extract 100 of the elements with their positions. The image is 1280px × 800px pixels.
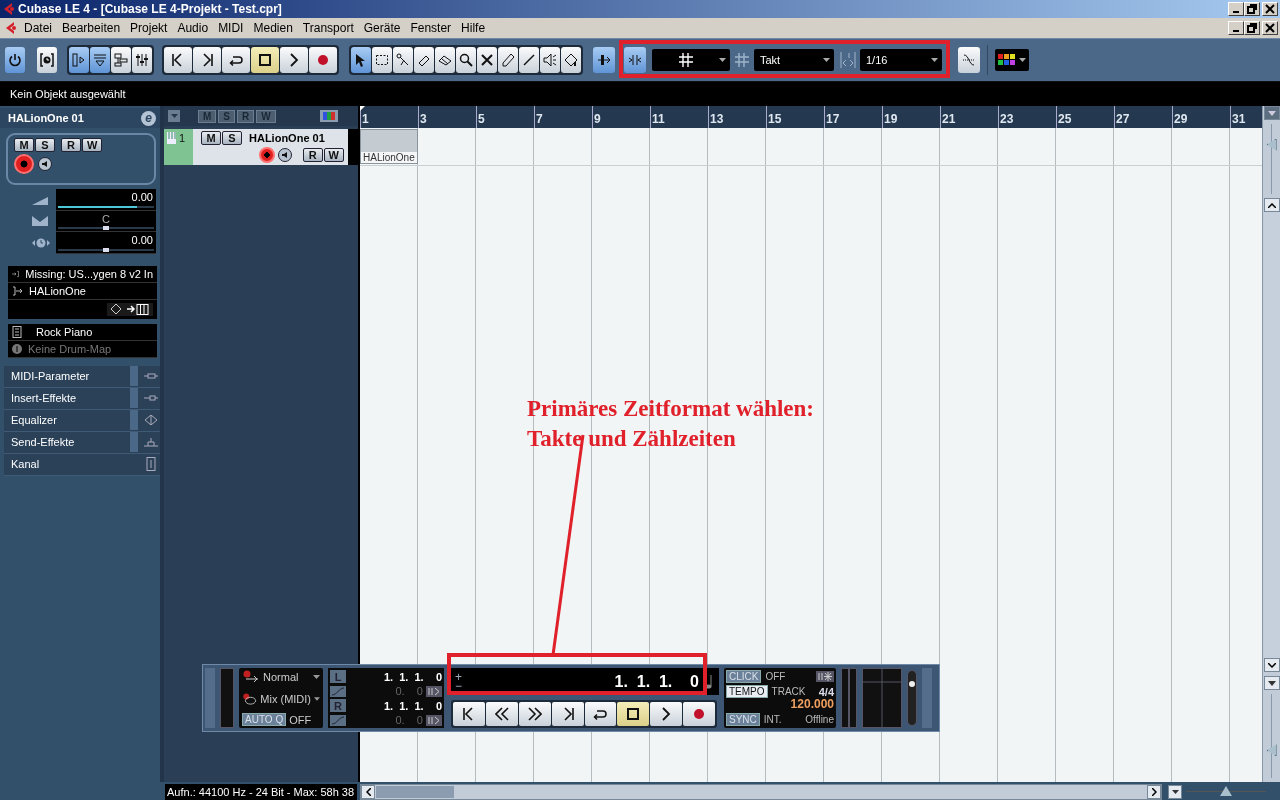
record-button[interactable]	[309, 47, 337, 73]
track-toggle-button[interactable]: S	[35, 138, 55, 152]
cycle-button[interactable]	[222, 47, 250, 73]
track-toggle-button[interactable]: R	[302, 148, 323, 162]
minus-sign[interactable]: −	[455, 681, 462, 691]
split-button[interactable]	[393, 47, 413, 73]
scroll-up-button[interactable]	[1263, 198, 1280, 212]
menu-item[interactable]: Medien	[248, 20, 298, 36]
app-logo-icon[interactable]	[5, 21, 17, 35]
forward-button[interactable]	[518, 702, 551, 726]
grid-type-dropdown[interactable]	[652, 49, 730, 71]
track-toggle-button[interactable]: W	[82, 138, 103, 152]
draw-button[interactable]	[498, 47, 518, 73]
end-button[interactable]	[551, 702, 584, 726]
master-slider[interactable]	[907, 670, 917, 726]
delay-slider[interactable]	[58, 248, 154, 251]
mixer-button[interactable]	[132, 47, 152, 73]
menu-item[interactable]: Audio	[172, 20, 214, 36]
color-dropdown[interactable]	[995, 49, 1029, 71]
track-toggle-button[interactable]: S	[222, 131, 242, 145]
range-button[interactable]	[372, 47, 392, 73]
cycle-mode-dropdown[interactable]: Mix (MIDI)	[260, 692, 312, 705]
quantize-dropdown[interactable]: 1/16	[860, 49, 942, 71]
diamond-icon[interactable]	[111, 304, 121, 314]
menu-item[interactable]: Geräte	[358, 20, 406, 36]
click-settings-icon[interactable]	[816, 671, 834, 682]
inspector-section[interactable]: MIDI-Parameter	[4, 365, 160, 388]
playtool-button[interactable]	[540, 47, 560, 73]
color-bars-icon[interactable]	[320, 110, 338, 122]
menu-item[interactable]: Bearbeiten	[57, 20, 126, 36]
inspector-section[interactable]: Insert-Effekte	[4, 387, 160, 410]
overview-button[interactable]	[111, 47, 131, 73]
slider-thumb[interactable]	[1220, 786, 1232, 796]
inspector-section[interactable]: Kanal	[4, 453, 160, 476]
arrow-keyboard-icon[interactable]	[127, 303, 149, 315]
collapse-button[interactable]	[168, 110, 180, 122]
left-locator-position[interactable]: 1. 1. 1. 0	[383, 670, 442, 683]
color-button[interactable]	[561, 47, 581, 73]
line-button[interactable]	[519, 47, 539, 73]
menu-item[interactable]: Transport	[297, 20, 359, 36]
minimize-button[interactable]	[1228, 21, 1244, 35]
scroll-thumb[interactable]	[376, 786, 454, 798]
marker-icon[interactable]	[426, 714, 442, 726]
play-button[interactable]	[280, 47, 308, 73]
track-toggle-button[interactable]: M	[14, 138, 34, 152]
slider-thumb[interactable]	[1266, 744, 1277, 757]
info-line-button[interactable]	[90, 47, 110, 73]
menu-item[interactable]: Datei	[19, 20, 57, 36]
restore-button[interactable]	[1244, 21, 1260, 35]
record-enable-button[interactable]	[258, 147, 275, 163]
erase-button[interactable]	[435, 47, 455, 73]
inspector-button[interactable]	[69, 47, 89, 73]
program-field[interactable]: Rock Piano	[36, 325, 93, 338]
autoscroll-button[interactable]	[593, 47, 615, 73]
menu-item[interactable]: Projekt	[125, 20, 173, 36]
right-locator-position[interactable]: 1. 1. 1. 0	[383, 699, 442, 712]
toggle-label[interactable]: TEMPO	[726, 685, 768, 699]
snap-button[interactable]	[624, 47, 646, 73]
volume-slider[interactable]	[58, 205, 154, 208]
track-toggle-button[interactable]: R	[61, 138, 81, 152]
midi-part[interactable]: HALionOne	[360, 129, 418, 164]
end-button[interactable]	[193, 47, 221, 73]
menu-item[interactable]: Fenster	[405, 20, 457, 36]
pointer-button[interactable]	[351, 47, 371, 73]
track-toggle-button[interactable]: W	[323, 148, 344, 162]
position-display[interactable]: 1. 1. 1. 0	[614, 672, 699, 691]
stop-button[interactable]	[617, 702, 650, 726]
input-routing-field[interactable]: Missing: US...ygen 8 v2 In	[25, 267, 153, 280]
record-button[interactable]	[683, 702, 715, 726]
power-button[interactable]	[5, 47, 25, 73]
plus-sign[interactable]: +	[455, 672, 462, 682]
restore-button[interactable]	[1244, 2, 1260, 16]
scroll-right-button[interactable]	[1147, 785, 1161, 799]
close-button[interactable]	[1262, 21, 1278, 35]
record-mode-dropdown[interactable]: Normal	[263, 671, 310, 683]
play-button[interactable]	[650, 702, 683, 726]
slider-thumb[interactable]	[1266, 138, 1277, 151]
record-enable-button[interactable]	[14, 154, 34, 174]
zoom-button[interactable]	[456, 47, 476, 73]
track-toggle-button[interactable]: M	[201, 131, 221, 145]
dropdown-button[interactable]	[1263, 676, 1280, 690]
rewind-button[interactable]	[485, 702, 518, 726]
marker-icon[interactable]	[426, 685, 442, 697]
zero-crossing-button[interactable]	[958, 47, 980, 73]
inspector-section[interactable]: Equalizer	[4, 409, 160, 432]
edit-button[interactable]: e	[141, 110, 156, 126]
constrain-button[interactable]	[37, 47, 57, 73]
grid-dropdown[interactable]: Takt	[754, 49, 834, 71]
start-button[interactable]	[164, 47, 192, 73]
minimize-button[interactable]	[1228, 2, 1244, 16]
close-button[interactable]	[1262, 2, 1278, 16]
inspector-section[interactable]: Send-Effekte	[4, 431, 160, 454]
slider-thumb[interactable]	[909, 680, 915, 687]
monitor-button[interactable]	[277, 148, 292, 162]
start-button[interactable]	[453, 702, 485, 726]
glue-button[interactable]	[414, 47, 434, 73]
scroll-down-button[interactable]	[1263, 658, 1280, 672]
dropdown-button[interactable]	[1168, 785, 1182, 799]
mute-button[interactable]	[477, 47, 497, 73]
cycle-button[interactable]	[584, 702, 617, 726]
